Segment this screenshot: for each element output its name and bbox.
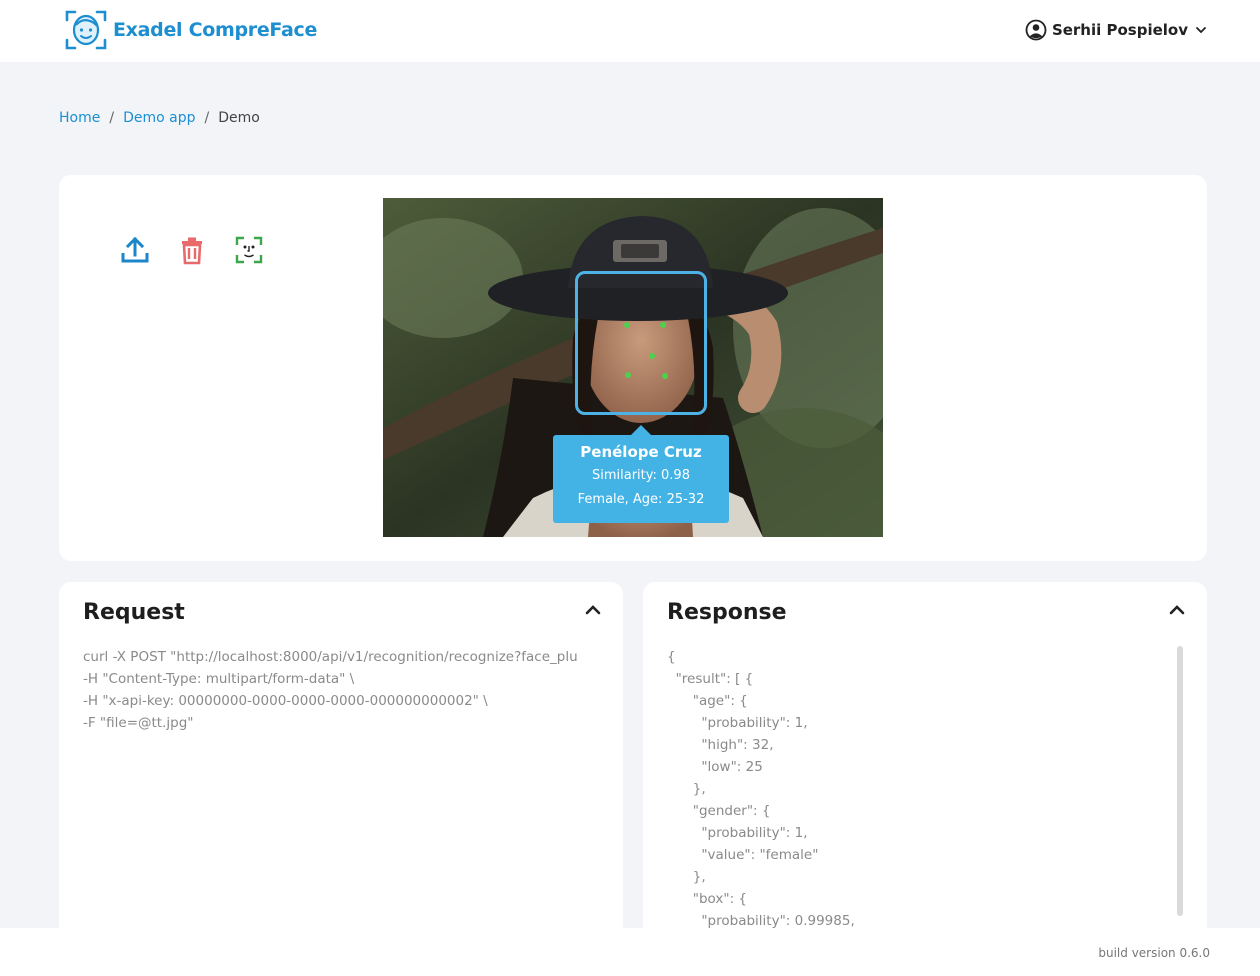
request-panel: Request curl -X POST "http://localhost:8… bbox=[59, 582, 623, 942]
account-circle-icon bbox=[1025, 19, 1047, 41]
user-menu[interactable]: Serhii Pospielov bbox=[1025, 17, 1208, 43]
footer: build version 0.6.0 bbox=[0, 928, 1260, 976]
breadcrumb-current: Demo bbox=[218, 110, 260, 126]
recognition-tooltip: Penélope Cruz Similarity: 0.98 Female, A… bbox=[553, 425, 729, 523]
request-code[interactable]: curl -X POST "http://localhost:8000/api/… bbox=[83, 646, 599, 734]
subject-name: Penélope Cruz bbox=[580, 443, 702, 461]
response-panel: Response { "result": [ { "age": { "proba… bbox=[643, 582, 1207, 942]
delete-icon[interactable] bbox=[176, 234, 208, 266]
request-title: Request bbox=[83, 600, 185, 625]
demo-panel: Penélope Cruz Similarity: 0.98 Female, A… bbox=[59, 175, 1207, 561]
scrollbar-thumb[interactable] bbox=[1177, 646, 1183, 916]
logo-face-icon bbox=[65, 10, 107, 50]
response-title: Response bbox=[667, 600, 787, 625]
chevron-up-icon[interactable] bbox=[583, 600, 603, 620]
response-code[interactable]: { "result": [ { "age": { "probability": … bbox=[667, 646, 1167, 936]
build-version: build version 0.6.0 bbox=[1098, 946, 1210, 960]
upload-icon[interactable] bbox=[119, 234, 151, 266]
breadcrumb-separator: / bbox=[204, 110, 210, 126]
breadcrumb-home[interactable]: Home bbox=[59, 110, 100, 126]
similarity-value: Similarity: 0.98 bbox=[592, 468, 690, 483]
breadcrumb-separator: / bbox=[109, 110, 115, 126]
response-scrollbar[interactable] bbox=[1177, 646, 1183, 916]
chevron-down-icon bbox=[1196, 27, 1206, 34]
breadcrumb: Home / Demo app / Demo bbox=[59, 110, 260, 126]
top-bar: Exadel CompreFace Serhii Pospielov bbox=[0, 0, 1260, 62]
breadcrumb-demo-app[interactable]: Demo app bbox=[123, 110, 195, 126]
user-name: Serhii Pospielov bbox=[1051, 21, 1188, 39]
face-recognition-icon[interactable] bbox=[233, 234, 265, 266]
brand-logo[interactable]: Exadel CompreFace bbox=[64, 9, 317, 51]
uploaded-photo: Penélope Cruz Similarity: 0.98 Female, A… bbox=[383, 198, 883, 537]
brand-name: Exadel CompreFace bbox=[113, 19, 318, 41]
gender-age-value: Female, Age: 25-32 bbox=[577, 492, 705, 507]
chevron-up-icon[interactable] bbox=[1167, 600, 1187, 620]
